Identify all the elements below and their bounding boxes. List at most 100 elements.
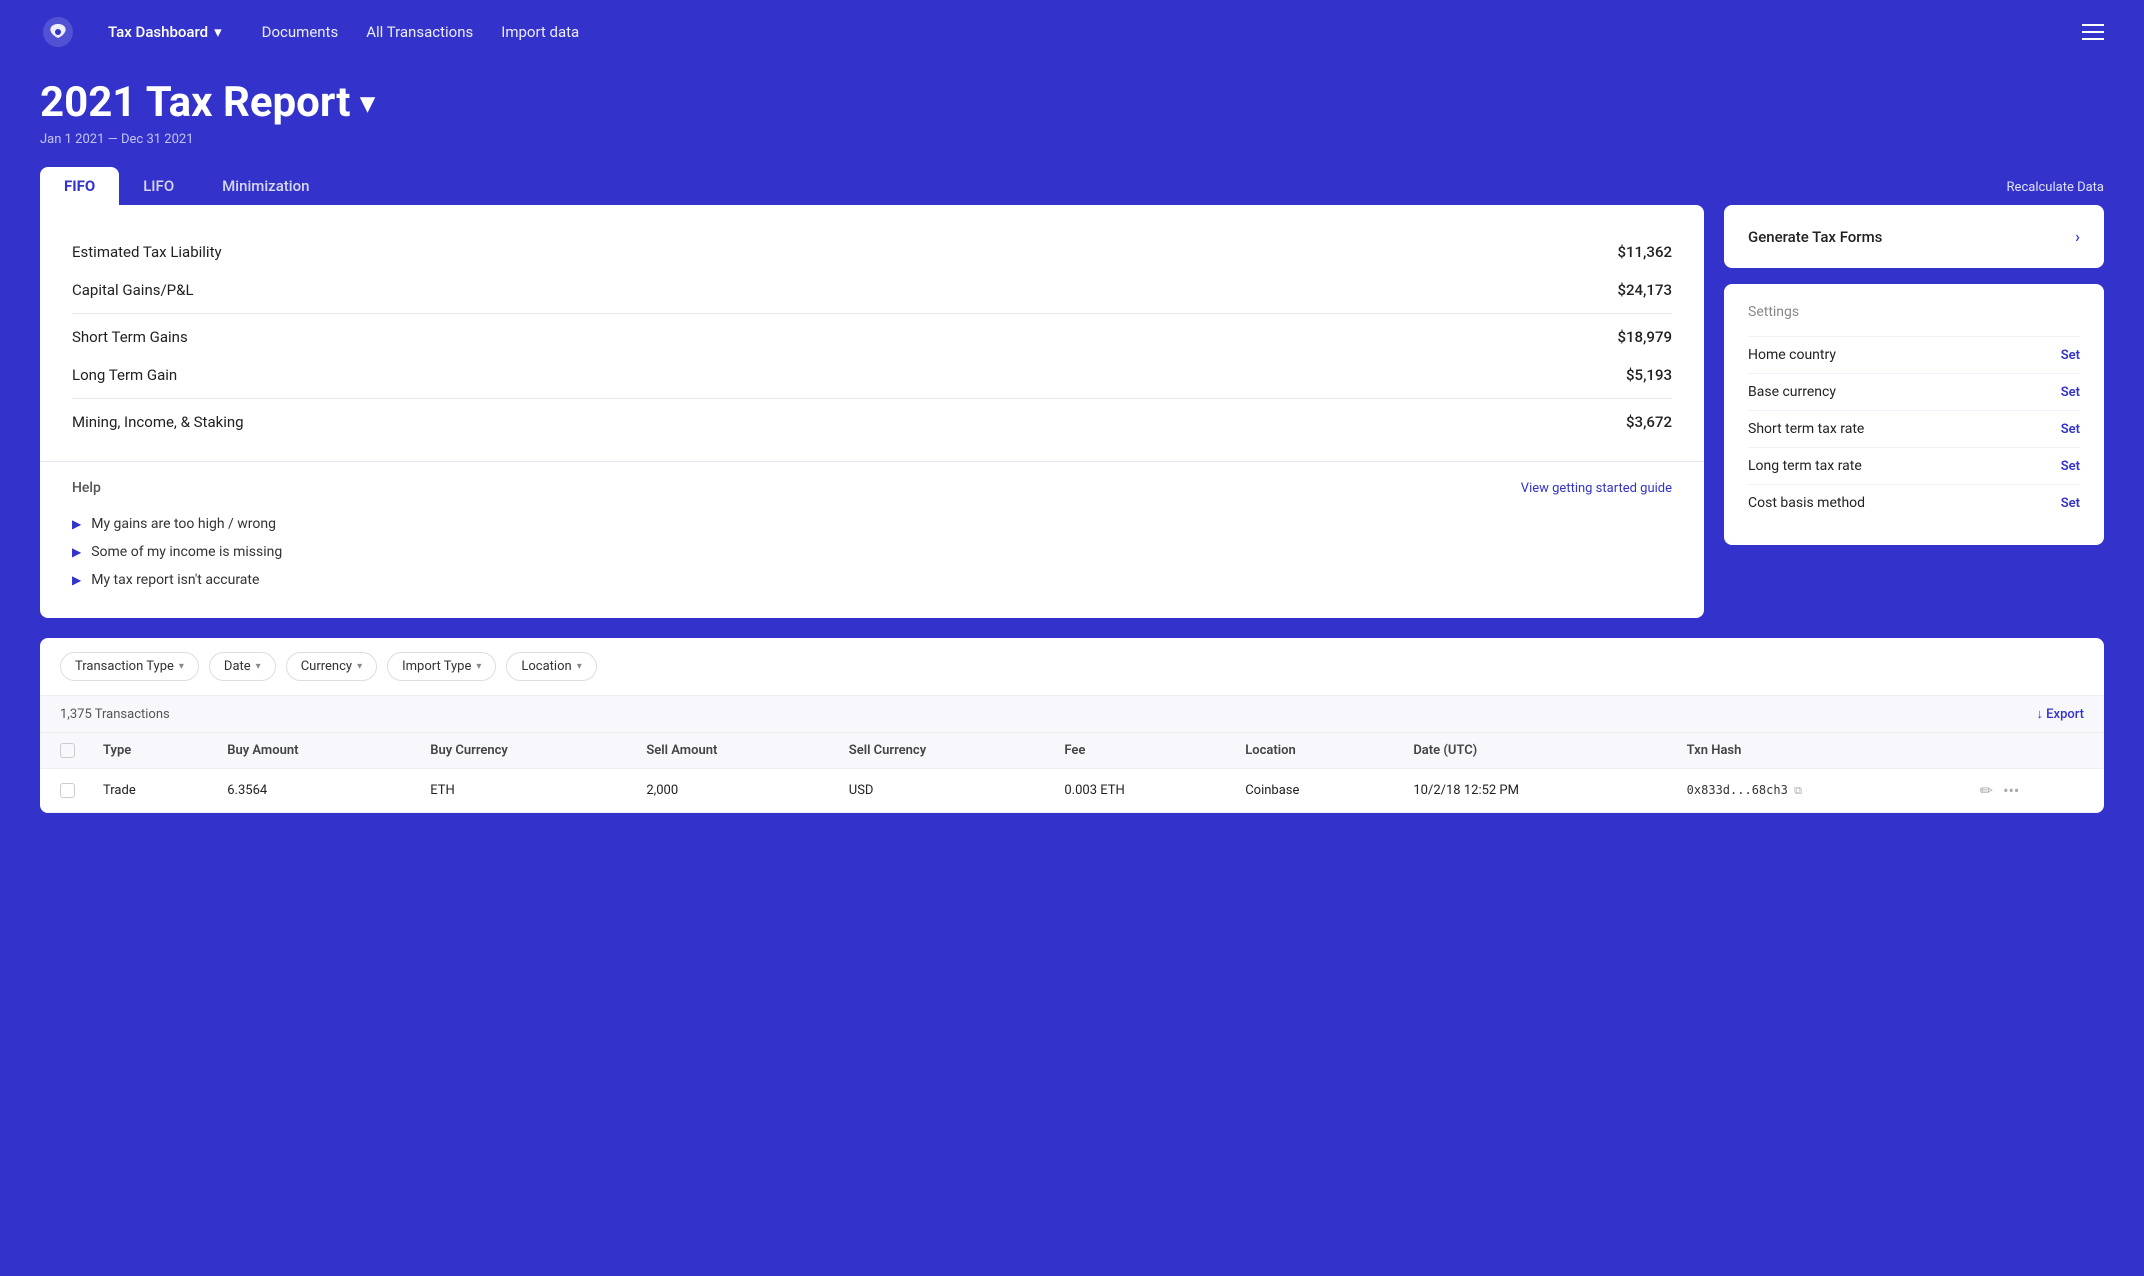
help-item-label: My gains are too high / wrong: [91, 516, 276, 532]
recalculate-button[interactable]: Recalculate Data: [2007, 180, 2104, 205]
tab-lifo[interactable]: LIFO: [119, 167, 198, 205]
chevron-down-icon: ▾: [577, 661, 582, 672]
navbar: Tax Dashboard ▾ Documents All Transactio…: [0, 0, 2144, 64]
generate-tax-forms-button[interactable]: Generate Tax Forms ›: [1724, 205, 2104, 268]
row-type: Trade: [89, 769, 213, 813]
nav-link-import-data[interactable]: Import data: [501, 23, 579, 41]
hamburger-menu[interactable]: [2082, 24, 2104, 40]
help-label: Help: [72, 480, 101, 496]
summary-amount: $5,193: [1626, 366, 1672, 384]
tabs-bar: FIFO LIFO Minimization Recalculate Data: [40, 167, 2104, 205]
settings-row-base-currency: Base currency Set: [1748, 373, 2080, 410]
copy-icon[interactable]: ⧉: [1794, 784, 1802, 797]
help-item-1[interactable]: ▶ Some of my income is missing: [72, 538, 1672, 566]
generate-tax-forms-label: Generate Tax Forms: [1748, 228, 1882, 246]
help-item-0[interactable]: ▶ My gains are too high / wrong: [72, 510, 1672, 538]
help-item-label: Some of my income is missing: [91, 544, 282, 560]
col-actions: [1966, 733, 2104, 769]
page-title-text: 2021 Tax Report: [40, 80, 351, 126]
filter-import-type[interactable]: Import Type ▾: [387, 652, 496, 681]
summary-amount: $11,362: [1617, 243, 1672, 261]
filter-date[interactable]: Date ▾: [209, 652, 276, 681]
row-actions: ✏ •••: [1980, 781, 2090, 800]
help-header: Help View getting started guide: [72, 480, 1672, 496]
summary-amount: $24,173: [1617, 281, 1672, 299]
settings-row-home-country: Home country Set: [1748, 336, 2080, 373]
settings-set-home-country[interactable]: Set: [2061, 348, 2080, 363]
chevron-down-icon: ▾: [357, 661, 362, 672]
summary-row-capital-gains: Capital Gains/P&L $24,173: [72, 271, 1672, 309]
page-title-dropdown[interactable]: ▾: [361, 88, 375, 119]
help-arrow-icon: ▶: [72, 545, 81, 559]
more-options-icon[interactable]: •••: [2003, 781, 2019, 800]
help-arrow-icon: ▶: [72, 517, 81, 531]
transactions-table-wrapper: Type Buy Amount Buy Currency Sell Amount…: [40, 733, 2104, 813]
transactions-table: Type Buy Amount Buy Currency Sell Amount…: [40, 733, 2104, 813]
nav-brand-chevron: ▾: [214, 23, 222, 41]
table-header-row: Type Buy Amount Buy Currency Sell Amount…: [40, 733, 2104, 769]
col-location: Location: [1231, 733, 1399, 769]
row-checkbox[interactable]: [60, 783, 75, 798]
col-sell-amount: Sell Amount: [632, 733, 834, 769]
filter-label: Import Type: [402, 659, 471, 674]
col-date-utc: Date (UTC): [1399, 733, 1672, 769]
nav-brand-label: Tax Dashboard: [108, 23, 208, 41]
summary-row-long-term: Long Term Gain $5,193: [72, 356, 1672, 394]
summary-label: Short Term Gains: [72, 328, 188, 346]
col-buy-amount: Buy Amount: [213, 733, 416, 769]
settings-label: Base currency: [1748, 384, 1836, 400]
settings-row-cost-basis: Cost basis method Set: [1748, 484, 2080, 521]
summary-section: Estimated Tax Liability $11,362 Capital …: [40, 205, 1704, 461]
row-sell-currency: USD: [835, 769, 1051, 813]
row-sell-amount: 2,000: [632, 769, 834, 813]
summary-row-estimated-tax: Estimated Tax Liability $11,362: [72, 233, 1672, 271]
filter-label: Date: [224, 659, 251, 674]
page-subtitle: Jan 1 2021 — Dec 31 2021: [40, 132, 2104, 147]
settings-set-base-currency[interactable]: Set: [2061, 385, 2080, 400]
page-header: 2021 Tax Report ▾ Jan 1 2021 — Dec 31 20…: [0, 64, 2144, 167]
help-item-2[interactable]: ▶ My tax report isn't accurate: [72, 566, 1672, 594]
generate-tax-forms-card: Generate Tax Forms ›: [1724, 205, 2104, 268]
select-all-checkbox[interactable]: [60, 743, 75, 758]
summary-row-mining: Mining, Income, & Staking $3,672: [72, 403, 1672, 441]
row-buy-currency: ETH: [416, 769, 632, 813]
filter-currency[interactable]: Currency ▾: [286, 652, 377, 681]
settings-title: Settings: [1748, 304, 2080, 320]
main-content: FIFO LIFO Minimization Recalculate Data …: [0, 167, 2144, 853]
filter-location[interactable]: Location ▾: [506, 652, 596, 681]
export-button[interactable]: ↓ Export: [2036, 706, 2084, 722]
chevron-down-icon: ▾: [256, 661, 261, 672]
row-actions-cell: ✏ •••: [1966, 769, 2104, 813]
nav-link-documents[interactable]: Documents: [262, 23, 339, 41]
content-row: Estimated Tax Liability $11,362 Capital …: [40, 205, 2104, 618]
help-guide-link[interactable]: View getting started guide: [1521, 481, 1672, 496]
col-txn-hash: Txn Hash: [1673, 733, 1966, 769]
settings-set-long-term-rate[interactable]: Set: [2061, 459, 2080, 474]
transaction-count: 1,375 Transactions: [60, 707, 170, 722]
txn-hash-text: 0x833d...68ch3: [1687, 783, 1788, 797]
chevron-down-icon: ▾: [476, 661, 481, 672]
summary-amount: $3,672: [1626, 413, 1672, 431]
settings-set-short-term-rate[interactable]: Set: [2061, 422, 2080, 437]
chevron-down-icon: ▾: [179, 661, 184, 672]
row-fee: 0.003 ETH: [1050, 769, 1231, 813]
tab-fifo[interactable]: FIFO: [40, 167, 119, 205]
col-fee: Fee: [1050, 733, 1231, 769]
settings-label: Short term tax rate: [1748, 421, 1864, 437]
row-buy-amount: 6.3564: [213, 769, 416, 813]
settings-label: Home country: [1748, 347, 1836, 363]
page-title: 2021 Tax Report ▾: [40, 80, 2104, 126]
col-sell-currency: Sell Currency: [835, 733, 1051, 769]
summary-label: Mining, Income, & Staking: [72, 413, 244, 431]
settings-set-cost-basis[interactable]: Set: [2061, 496, 2080, 511]
left-panel: Estimated Tax Liability $11,362 Capital …: [40, 205, 1704, 618]
nav-link-all-transactions[interactable]: All Transactions: [366, 23, 473, 41]
tab-minimization[interactable]: Minimization: [198, 167, 333, 205]
nav-brand[interactable]: Tax Dashboard ▾: [108, 23, 222, 41]
filter-transaction-type[interactable]: Transaction Type ▾: [60, 652, 199, 681]
table-row: Trade 6.3564 ETH 2,000 USD 0.003 ETH Coi…: [40, 769, 2104, 813]
nav-links: Documents All Transactions Import data: [262, 23, 580, 41]
right-panels: Generate Tax Forms › Settings Home count…: [1724, 205, 2104, 545]
col-buy-currency: Buy Currency: [416, 733, 632, 769]
edit-icon[interactable]: ✏: [1980, 781, 1993, 800]
